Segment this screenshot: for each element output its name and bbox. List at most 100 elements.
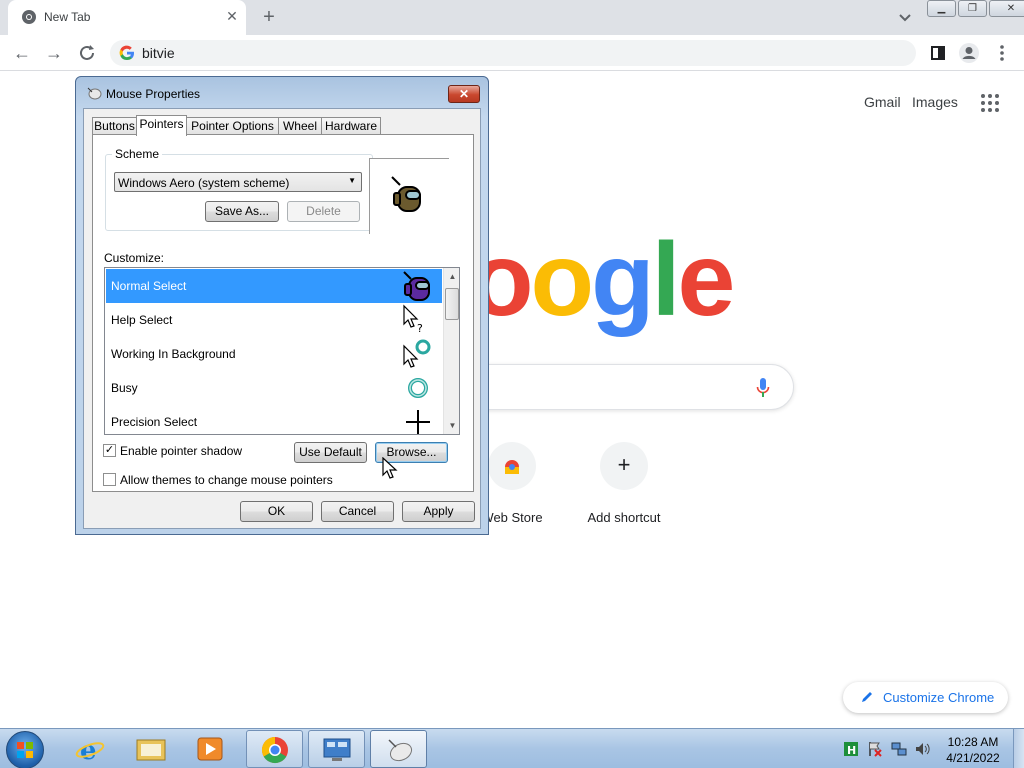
mouse-icon <box>388 739 413 762</box>
customize-label: Customize: <box>104 251 165 265</box>
svg-text:?: ? <box>417 322 423 335</box>
taskbar-control-panel[interactable] <box>308 730 365 768</box>
list-item-precision-select[interactable]: Precision Select <box>106 405 442 434</box>
enable-shadow-label: Enable pointer shadow <box>120 444 243 458</box>
tab-pointers[interactable]: Pointers <box>136 115 187 136</box>
save-as-button[interactable]: Save As... <box>205 201 279 222</box>
scheme-dropdown[interactable]: Windows Aero (system scheme) ▼ <box>114 172 362 192</box>
scheme-group: Scheme Windows Aero (system scheme) ▼ Sa… <box>105 147 373 231</box>
among-us-cursor-icon <box>403 271 430 301</box>
tray-app-icon[interactable]: H <box>843 741 859 757</box>
tab-close-icon[interactable]: ✕ <box>224 8 240 24</box>
mouse-icon <box>87 87 102 100</box>
crosshair-cursor-icon <box>406 410 430 434</box>
help-cursor-icon: ? <box>403 304 423 335</box>
taskbar-internet-explorer[interactable]: e <box>62 730 119 768</box>
internet-explorer-icon: e <box>75 736 105 763</box>
tab-pointer-options[interactable]: Pointer Options <box>186 117 279 135</box>
list-item-label: Normal Select <box>111 279 187 293</box>
pointer-list[interactable]: Normal Select Help Select ? Working In B… <box>104 267 460 435</box>
pencil-icon <box>862 692 872 702</box>
list-item-label: Precision Select <box>111 415 198 429</box>
dialog-close-button[interactable]: ✕ <box>448 85 480 103</box>
checkbox-checked[interactable]: ✓ <box>103 444 116 457</box>
pointer-preview <box>369 158 449 234</box>
shortcut-tile <box>488 442 536 490</box>
new-tab-button[interactable]: + <box>258 6 280 28</box>
forward-button[interactable]: → <box>41 40 67 66</box>
clock-date: 4/21/2022 <box>946 751 1000 765</box>
apply-button[interactable]: Apply <box>402 501 475 522</box>
scroll-up-icon[interactable]: ▲ <box>444 268 459 285</box>
back-button[interactable]: ← <box>9 40 35 66</box>
folder-icon <box>136 739 166 761</box>
tab-buttons[interactable]: Buttons <box>92 117 137 135</box>
gmail-link[interactable]: Gmail <box>864 94 901 110</box>
taskbar-media-player[interactable] <box>182 730 239 768</box>
taskbar-mouse-properties[interactable] <box>370 730 427 768</box>
list-item-help-select[interactable]: Help Select ? <box>106 303 442 337</box>
volume-icon[interactable] <box>914 741 930 757</box>
use-default-button[interactable]: Use Default <box>294 442 367 463</box>
scheme-label: Scheme <box>112 147 163 161</box>
chrome-icon <box>261 736 288 764</box>
start-button[interactable] <box>6 731 44 768</box>
dropdown-arrow-icon: ▼ <box>348 176 356 185</box>
tab-wheel[interactable]: Wheel <box>278 117 322 135</box>
taskbar-file-explorer[interactable] <box>122 730 179 768</box>
tab-hardware[interactable]: Hardware <box>321 117 381 135</box>
tab-new-tab[interactable]: New Tab ✕ <box>8 0 246 35</box>
plus-icon: + <box>617 452 631 477</box>
profile-avatar-icon[interactable] <box>956 40 982 66</box>
taskbar: e H 10:28 AM 4/21/2022 <box>0 728 1024 768</box>
customize-chrome-button[interactable]: Customize Chrome <box>843 682 1008 713</box>
checkbox-unchecked[interactable] <box>103 473 116 486</box>
mouse-properties-dialog: Mouse Properties ✕ Buttons Pointers Poin… <box>75 76 489 535</box>
show-desktop-button[interactable] <box>1013 729 1024 768</box>
pointer-list-scrollbar[interactable]: ▲ ▼ <box>443 268 459 434</box>
svg-text:e: e <box>80 736 97 763</box>
taskbar-chrome[interactable] <box>246 730 303 768</box>
minimize-button[interactable]: ▁ <box>927 0 956 17</box>
close-window-button[interactable]: ✕ <box>989 0 1024 17</box>
list-item-working-in-background[interactable]: Working In Background <box>106 337 442 371</box>
chrome-icon <box>22 10 36 24</box>
omnibox-text: bitvie <box>142 45 175 61</box>
clock-time: 10:28 AM <box>947 735 999 749</box>
network-icon[interactable] <box>891 741 907 757</box>
shortcut-add[interactable]: + Add shortcut <box>564 442 684 525</box>
mouse-pointer-icon <box>382 457 398 479</box>
side-panel-icon[interactable] <box>925 40 951 66</box>
dialog-title: Mouse Properties <box>106 87 201 101</box>
media-player-icon <box>197 737 223 761</box>
address-bar[interactable]: bitvie <box>110 40 916 66</box>
scroll-down-icon[interactable]: ▼ <box>444 417 459 434</box>
pointers-panel: Scheme Windows Aero (system scheme) ▼ Sa… <box>92 134 474 492</box>
list-item-label: Working In Background <box>111 347 236 361</box>
delete-button[interactable]: Delete <box>287 201 360 222</box>
restore-button[interactable]: ❐ <box>958 0 987 17</box>
tab-search-icon[interactable] <box>896 8 914 26</box>
google-logo: oogle <box>470 222 735 338</box>
list-item-normal-select[interactable]: Normal Select <box>106 269 442 303</box>
ok-button[interactable]: OK <box>240 501 313 522</box>
action-center-icon[interactable] <box>867 741 883 757</box>
list-item-label: Busy <box>111 381 138 395</box>
menu-kebab-icon[interactable] <box>989 40 1015 66</box>
google-g-icon <box>119 45 134 61</box>
scroll-thumb[interactable] <box>445 288 459 320</box>
voice-search-icon[interactable] <box>756 377 770 399</box>
shortcut-tile: + <box>600 442 648 490</box>
reload-icon[interactable] <box>74 40 100 66</box>
images-link[interactable]: Images <box>912 94 958 110</box>
dialog-body: Buttons Pointers Pointer Options Wheel H… <box>83 108 481 529</box>
windows-logo-icon <box>17 742 33 758</box>
browser-toolbar: ← → bitvie <box>0 35 1024 71</box>
cancel-button[interactable]: Cancel <box>321 501 394 522</box>
list-item-busy[interactable]: Busy <box>106 371 442 405</box>
google-apps-icon[interactable] <box>980 93 1000 113</box>
tab-title: New Tab <box>44 10 91 24</box>
working-cursor-icon <box>403 339 431 368</box>
among-us-cursor-preview-icon <box>391 176 421 212</box>
system-clock[interactable]: 10:28 AM 4/21/2022 <box>938 734 1008 766</box>
